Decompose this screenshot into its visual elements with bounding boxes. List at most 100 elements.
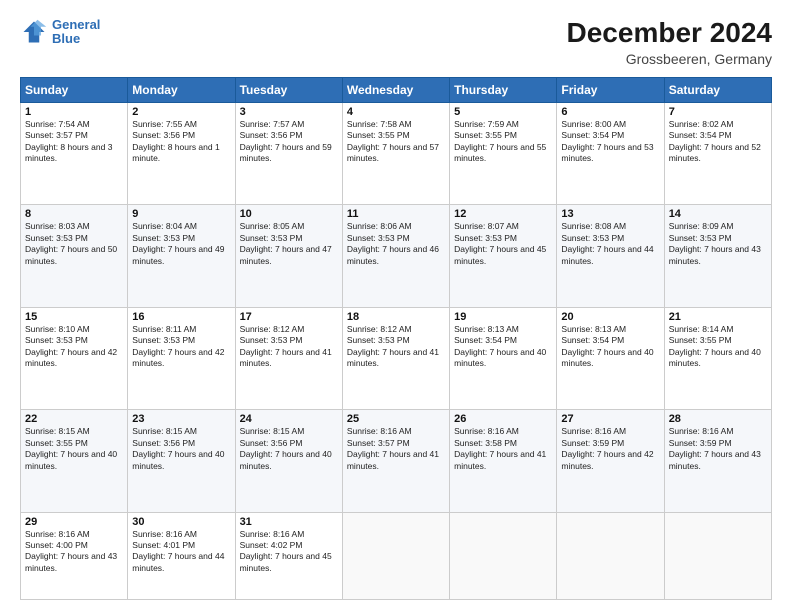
logo-text: General Blue xyxy=(52,18,100,47)
table-row: 13 Sunrise: 8:08 AM Sunset: 3:53 PM Dayl… xyxy=(557,205,664,307)
cell-content: Sunrise: 8:15 AM Sunset: 3:55 PM Dayligh… xyxy=(25,426,123,472)
page: General Blue December 2024 Grossbeeren, … xyxy=(0,0,792,612)
day-number: 5 xyxy=(454,106,552,118)
day-number: 17 xyxy=(240,311,338,323)
day-number: 6 xyxy=(561,106,659,118)
day-number: 29 xyxy=(25,516,123,528)
cell-content: Sunrise: 8:09 AM Sunset: 3:53 PM Dayligh… xyxy=(669,221,767,267)
cell-content: Sunrise: 8:16 AM Sunset: 4:01 PM Dayligh… xyxy=(132,529,230,575)
day-number: 13 xyxy=(561,208,659,220)
table-row: 1 Sunrise: 7:54 AM Sunset: 3:57 PM Dayli… xyxy=(21,102,128,204)
col-friday: Friday xyxy=(557,77,664,102)
cell-content: Sunrise: 8:10 AM Sunset: 3:53 PM Dayligh… xyxy=(25,324,123,370)
table-row: 31 Sunrise: 8:16 AM Sunset: 4:02 PM Dayl… xyxy=(235,512,342,599)
table-row: 7 Sunrise: 8:02 AM Sunset: 3:54 PM Dayli… xyxy=(664,102,771,204)
day-number: 11 xyxy=(347,208,445,220)
table-row: 21 Sunrise: 8:14 AM Sunset: 3:55 PM Dayl… xyxy=(664,307,771,409)
table-row: 8 Sunrise: 8:03 AM Sunset: 3:53 PM Dayli… xyxy=(21,205,128,307)
day-number: 16 xyxy=(132,311,230,323)
table-row: 29 Sunrise: 8:16 AM Sunset: 4:00 PM Dayl… xyxy=(21,512,128,599)
table-row: 19 Sunrise: 8:13 AM Sunset: 3:54 PM Dayl… xyxy=(450,307,557,409)
cell-content: Sunrise: 8:15 AM Sunset: 3:56 PM Dayligh… xyxy=(132,426,230,472)
table-row: 28 Sunrise: 8:16 AM Sunset: 3:59 PM Dayl… xyxy=(664,410,771,512)
cell-content: Sunrise: 7:59 AM Sunset: 3:55 PM Dayligh… xyxy=(454,119,552,165)
cell-content: Sunrise: 8:16 AM Sunset: 4:00 PM Dayligh… xyxy=(25,529,123,575)
cell-content: Sunrise: 8:04 AM Sunset: 3:53 PM Dayligh… xyxy=(132,221,230,267)
cell-content: Sunrise: 8:02 AM Sunset: 3:54 PM Dayligh… xyxy=(669,119,767,165)
main-title: December 2024 xyxy=(567,18,772,49)
cell-content: Sunrise: 8:13 AM Sunset: 3:54 PM Dayligh… xyxy=(454,324,552,370)
day-number: 10 xyxy=(240,208,338,220)
col-monday: Monday xyxy=(128,77,235,102)
day-number: 24 xyxy=(240,413,338,425)
day-number: 20 xyxy=(561,311,659,323)
cell-content: Sunrise: 8:06 AM Sunset: 3:53 PM Dayligh… xyxy=(347,221,445,267)
day-number: 9 xyxy=(132,208,230,220)
table-row: 17 Sunrise: 8:12 AM Sunset: 3:53 PM Dayl… xyxy=(235,307,342,409)
cell-content: Sunrise: 8:05 AM Sunset: 3:53 PM Dayligh… xyxy=(240,221,338,267)
cell-content: Sunrise: 8:16 AM Sunset: 3:59 PM Dayligh… xyxy=(561,426,659,472)
table-row: 3 Sunrise: 7:57 AM Sunset: 3:56 PM Dayli… xyxy=(235,102,342,204)
day-number: 25 xyxy=(347,413,445,425)
logo-icon xyxy=(20,18,48,46)
day-number: 19 xyxy=(454,311,552,323)
table-row xyxy=(664,512,771,599)
day-number: 26 xyxy=(454,413,552,425)
day-number: 18 xyxy=(347,311,445,323)
table-row: 15 Sunrise: 8:10 AM Sunset: 3:53 PM Dayl… xyxy=(21,307,128,409)
cell-content: Sunrise: 8:14 AM Sunset: 3:55 PM Dayligh… xyxy=(669,324,767,370)
cell-content: Sunrise: 8:07 AM Sunset: 3:53 PM Dayligh… xyxy=(454,221,552,267)
cell-content: Sunrise: 7:54 AM Sunset: 3:57 PM Dayligh… xyxy=(25,119,123,165)
table-row: 27 Sunrise: 8:16 AM Sunset: 3:59 PM Dayl… xyxy=(557,410,664,512)
day-number: 7 xyxy=(669,106,767,118)
day-number: 4 xyxy=(347,106,445,118)
logo-line2: Blue xyxy=(52,31,80,46)
day-number: 28 xyxy=(669,413,767,425)
table-row: 18 Sunrise: 8:12 AM Sunset: 3:53 PM Dayl… xyxy=(342,307,449,409)
day-number: 12 xyxy=(454,208,552,220)
table-row: 11 Sunrise: 8:06 AM Sunset: 3:53 PM Dayl… xyxy=(342,205,449,307)
day-number: 27 xyxy=(561,413,659,425)
table-row: 6 Sunrise: 8:00 AM Sunset: 3:54 PM Dayli… xyxy=(557,102,664,204)
subtitle: Grossbeeren, Germany xyxy=(567,51,772,67)
cell-content: Sunrise: 8:13 AM Sunset: 3:54 PM Dayligh… xyxy=(561,324,659,370)
table-row: 23 Sunrise: 8:15 AM Sunset: 3:56 PM Dayl… xyxy=(128,410,235,512)
table-row: 9 Sunrise: 8:04 AM Sunset: 3:53 PM Dayli… xyxy=(128,205,235,307)
col-wednesday: Wednesday xyxy=(342,77,449,102)
table-row: 20 Sunrise: 8:13 AM Sunset: 3:54 PM Dayl… xyxy=(557,307,664,409)
cell-content: Sunrise: 8:16 AM Sunset: 3:58 PM Dayligh… xyxy=(454,426,552,472)
cell-content: Sunrise: 8:08 AM Sunset: 3:53 PM Dayligh… xyxy=(561,221,659,267)
col-sunday: Sunday xyxy=(21,77,128,102)
table-row: 30 Sunrise: 8:16 AM Sunset: 4:01 PM Dayl… xyxy=(128,512,235,599)
day-number: 3 xyxy=(240,106,338,118)
cell-content: Sunrise: 7:58 AM Sunset: 3:55 PM Dayligh… xyxy=(347,119,445,165)
logo-line1: General xyxy=(52,17,100,32)
col-thursday: Thursday xyxy=(450,77,557,102)
day-number: 30 xyxy=(132,516,230,528)
day-number: 21 xyxy=(669,311,767,323)
day-number: 2 xyxy=(132,106,230,118)
table-row: 22 Sunrise: 8:15 AM Sunset: 3:55 PM Dayl… xyxy=(21,410,128,512)
col-saturday: Saturday xyxy=(664,77,771,102)
day-number: 8 xyxy=(25,208,123,220)
cell-content: Sunrise: 8:16 AM Sunset: 4:02 PM Dayligh… xyxy=(240,529,338,575)
cell-content: Sunrise: 8:12 AM Sunset: 3:53 PM Dayligh… xyxy=(347,324,445,370)
table-row: 24 Sunrise: 8:15 AM Sunset: 3:56 PM Dayl… xyxy=(235,410,342,512)
table-row xyxy=(557,512,664,599)
cell-content: Sunrise: 8:11 AM Sunset: 3:53 PM Dayligh… xyxy=(132,324,230,370)
cell-content: Sunrise: 7:55 AM Sunset: 3:56 PM Dayligh… xyxy=(132,119,230,165)
calendar-header-row: Sunday Monday Tuesday Wednesday Thursday… xyxy=(21,77,772,102)
table-row: 2 Sunrise: 7:55 AM Sunset: 3:56 PM Dayli… xyxy=(128,102,235,204)
table-row: 12 Sunrise: 8:07 AM Sunset: 3:53 PM Dayl… xyxy=(450,205,557,307)
header: General Blue December 2024 Grossbeeren, … xyxy=(20,18,772,67)
table-row xyxy=(342,512,449,599)
table-row: 25 Sunrise: 8:16 AM Sunset: 3:57 PM Dayl… xyxy=(342,410,449,512)
col-tuesday: Tuesday xyxy=(235,77,342,102)
table-row xyxy=(450,512,557,599)
day-number: 1 xyxy=(25,106,123,118)
cell-content: Sunrise: 8:00 AM Sunset: 3:54 PM Dayligh… xyxy=(561,119,659,165)
day-number: 31 xyxy=(240,516,338,528)
cell-content: Sunrise: 8:15 AM Sunset: 3:56 PM Dayligh… xyxy=(240,426,338,472)
calendar-table: Sunday Monday Tuesday Wednesday Thursday… xyxy=(20,77,772,600)
table-row: 5 Sunrise: 7:59 AM Sunset: 3:55 PM Dayli… xyxy=(450,102,557,204)
